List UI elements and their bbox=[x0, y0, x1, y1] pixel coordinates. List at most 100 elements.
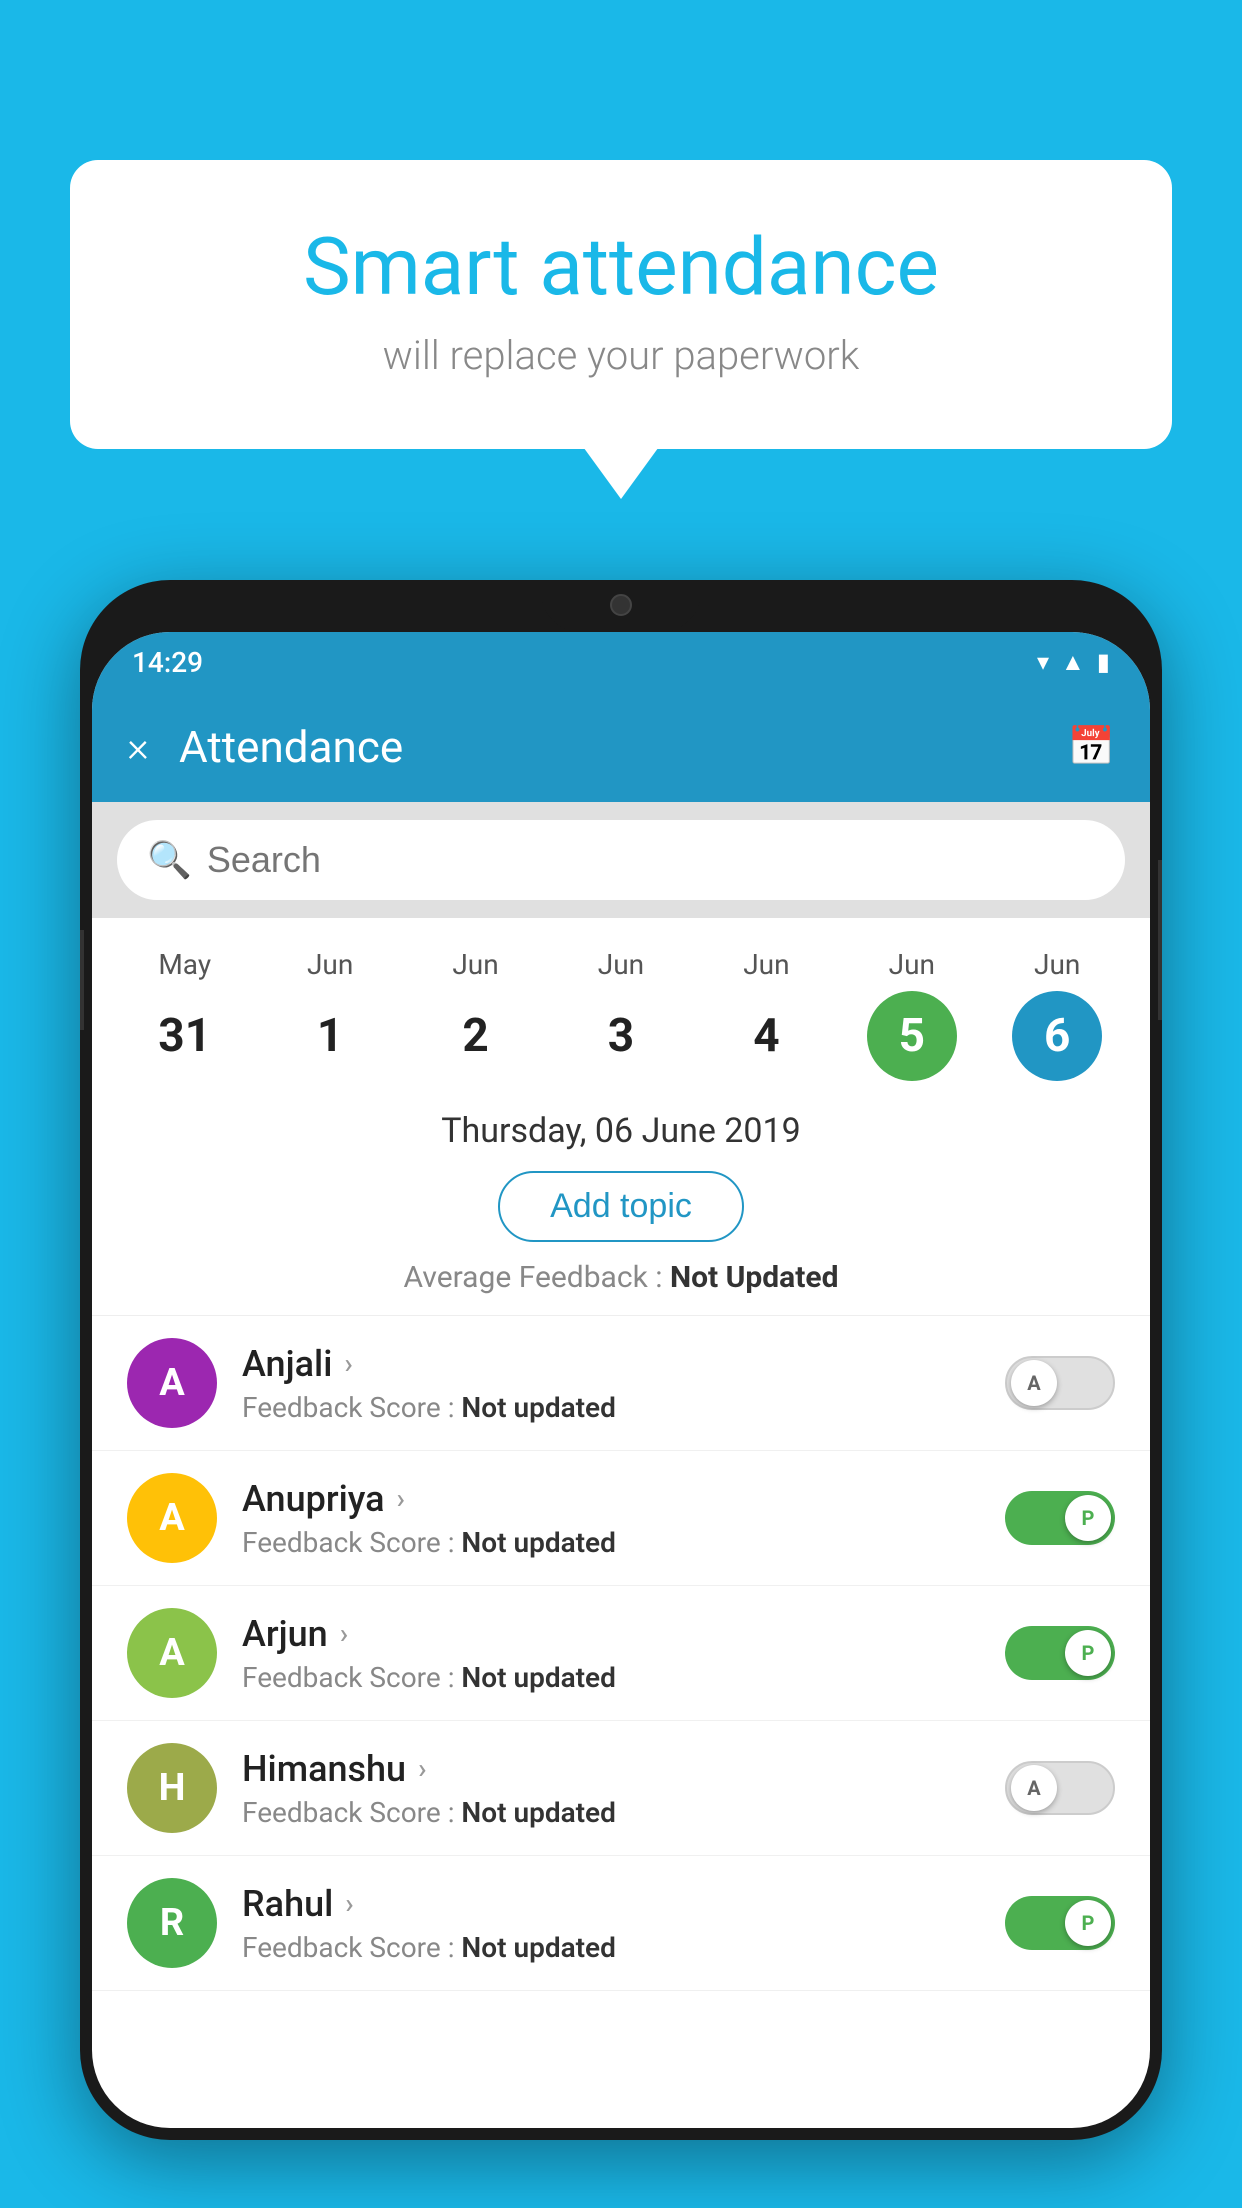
phone-shell: 14:29 ▾ ▲ ▮ × Attendance 📅 🔍 May31Jun1Ju… bbox=[80, 580, 1162, 2140]
battery-icon: ▮ bbox=[1097, 648, 1110, 676]
student-name: Arjun › bbox=[242, 1613, 980, 1655]
selected-date-info: Thursday, 06 June 2019 Add topic Average… bbox=[92, 1081, 1150, 1316]
speech-bubble-title: Smart attendance bbox=[150, 220, 1092, 314]
toggle-knob: P bbox=[1065, 1900, 1111, 1946]
student-list: AAnjali ›Feedback Score : Not updatedAAA… bbox=[92, 1316, 1150, 1991]
student-feedback: Feedback Score : Not updated bbox=[242, 1526, 980, 1559]
attendance-toggle[interactable]: A bbox=[1005, 1356, 1115, 1410]
attendance-toggle[interactable]: A bbox=[1005, 1761, 1115, 1815]
date-month: Jun bbox=[1034, 948, 1080, 981]
selected-date-text: Thursday, 06 June 2019 bbox=[112, 1111, 1130, 1151]
toggle-knob: P bbox=[1065, 1495, 1111, 1541]
date-number: 6 bbox=[1044, 1009, 1070, 1063]
date-number-wrap: 3 bbox=[576, 991, 666, 1081]
attendance-toggle[interactable]: P bbox=[1005, 1896, 1115, 1950]
date-number-wrap: 5 bbox=[867, 991, 957, 1081]
student-row[interactable]: A Anupriya › Feedback Score : Not updated P bbox=[92, 1451, 1150, 1586]
camera bbox=[610, 594, 632, 616]
student-feedback: Feedback Score : Not updated bbox=[242, 1661, 980, 1694]
date-row: May 31 Jun 1 Jun 2 Jun 3 Jun 4 Jun 5 Jun 6 bbox=[92, 918, 1150, 1081]
calendar-icon[interactable]: 📅 bbox=[1068, 725, 1115, 769]
student-name: Himanshu › bbox=[242, 1748, 980, 1790]
toggle-knob: A bbox=[1011, 1360, 1057, 1406]
avg-feedback: Average Feedback : Not Updated bbox=[112, 1260, 1130, 1295]
student-name: Anjali › bbox=[242, 1343, 980, 1385]
search-input[interactable] bbox=[207, 839, 1095, 881]
volume-button bbox=[80, 930, 84, 1030]
app-header: × Attendance 📅 bbox=[92, 692, 1150, 802]
date-cell[interactable]: Jun 5 bbox=[857, 948, 967, 1081]
avg-feedback-value: Not Updated bbox=[670, 1260, 839, 1295]
chevron-icon: › bbox=[418, 1752, 426, 1785]
date-number: 4 bbox=[753, 1009, 779, 1063]
avatar: R bbox=[127, 1878, 217, 1968]
avatar: A bbox=[127, 1473, 217, 1563]
date-month: Jun bbox=[307, 948, 353, 981]
close-button[interactable]: × bbox=[127, 723, 149, 772]
status-time: 14:29 bbox=[132, 646, 203, 679]
signal-icon: ▲ bbox=[1061, 648, 1085, 677]
student-feedback: Feedback Score : Not updated bbox=[242, 1796, 980, 1829]
search-bar: 🔍 bbox=[117, 820, 1125, 900]
student-info: Rahul › Feedback Score : Not updated bbox=[242, 1883, 980, 1964]
chevron-icon: › bbox=[397, 1482, 405, 1515]
chevron-icon: › bbox=[344, 1347, 352, 1380]
add-topic-button[interactable]: Add topic bbox=[498, 1171, 744, 1242]
student-feedback: Feedback Score : Not updated bbox=[242, 1391, 980, 1424]
date-number: 1 bbox=[317, 1009, 343, 1063]
date-month: Jun bbox=[743, 948, 789, 981]
header-title: Attendance bbox=[179, 721, 1038, 773]
speech-bubble: Smart attendance will replace your paper… bbox=[70, 160, 1172, 449]
date-month: May bbox=[158, 948, 211, 981]
speech-bubble-arrow bbox=[581, 444, 661, 499]
student-row[interactable]: R Rahul › Feedback Score : Not updated P bbox=[92, 1856, 1150, 1991]
toggle-knob: P bbox=[1065, 1630, 1111, 1676]
student-info: Arjun › Feedback Score : Not updated bbox=[242, 1613, 980, 1694]
date-month: Jun bbox=[889, 948, 935, 981]
notch bbox=[541, 580, 701, 632]
date-month: Jun bbox=[452, 948, 498, 981]
toggle-knob: A bbox=[1011, 1765, 1057, 1811]
date-cell[interactable]: Jun 4 bbox=[711, 948, 821, 1081]
date-cell[interactable]: May 31 bbox=[130, 948, 240, 1081]
date-number: 5 bbox=[899, 1009, 925, 1063]
date-number-wrap: 4 bbox=[721, 991, 811, 1081]
search-bar-wrapper: 🔍 bbox=[92, 802, 1150, 918]
speech-bubble-container: Smart attendance will replace your paper… bbox=[70, 160, 1172, 449]
date-number: 2 bbox=[462, 1009, 488, 1063]
speech-bubble-subtitle: will replace your paperwork bbox=[150, 332, 1092, 379]
student-row[interactable]: A Arjun › Feedback Score : Not updated P bbox=[92, 1586, 1150, 1721]
student-name: Anupriya › bbox=[242, 1478, 980, 1520]
status-icons: ▾ ▲ ▮ bbox=[1037, 648, 1110, 677]
avatar: A bbox=[127, 1338, 217, 1428]
student-info: Anjali › Feedback Score : Not updated bbox=[242, 1343, 980, 1424]
date-number-wrap: 31 bbox=[140, 991, 230, 1081]
date-cell[interactable]: Jun 1 bbox=[275, 948, 385, 1081]
chevron-icon: › bbox=[345, 1887, 353, 1920]
student-name: Rahul › bbox=[242, 1883, 980, 1925]
phone-screen: 14:29 ▾ ▲ ▮ × Attendance 📅 🔍 May31Jun1Ju… bbox=[92, 632, 1150, 2128]
search-icon: 🔍 bbox=[147, 839, 192, 881]
attendance-toggle[interactable]: P bbox=[1005, 1491, 1115, 1545]
student-info: Himanshu › Feedback Score : Not updated bbox=[242, 1748, 980, 1829]
avatar: A bbox=[127, 1608, 217, 1698]
attendance-toggle[interactable]: P bbox=[1005, 1626, 1115, 1680]
student-info: Anupriya › Feedback Score : Not updated bbox=[242, 1478, 980, 1559]
date-cell[interactable]: Jun 6 bbox=[1002, 948, 1112, 1081]
student-row[interactable]: A Anjali › Feedback Score : Not updated A bbox=[92, 1316, 1150, 1451]
date-month: Jun bbox=[598, 948, 644, 981]
student-feedback: Feedback Score : Not updated bbox=[242, 1931, 980, 1964]
avatar: H bbox=[127, 1743, 217, 1833]
wifi-icon: ▾ bbox=[1037, 648, 1049, 676]
date-number: 3 bbox=[608, 1009, 634, 1063]
date-number-wrap: 1 bbox=[285, 991, 375, 1081]
date-number-wrap: 2 bbox=[431, 991, 521, 1081]
student-row[interactable]: H Himanshu › Feedback Score : Not updated A bbox=[92, 1721, 1150, 1856]
date-cell[interactable]: Jun 2 bbox=[421, 948, 531, 1081]
chevron-icon: › bbox=[340, 1617, 348, 1650]
power-button bbox=[1158, 860, 1162, 1020]
date-number: 31 bbox=[158, 1009, 211, 1063]
date-cell[interactable]: Jun 3 bbox=[566, 948, 676, 1081]
date-number-wrap: 6 bbox=[1012, 991, 1102, 1081]
avg-feedback-label: Average Feedback : bbox=[404, 1260, 670, 1295]
